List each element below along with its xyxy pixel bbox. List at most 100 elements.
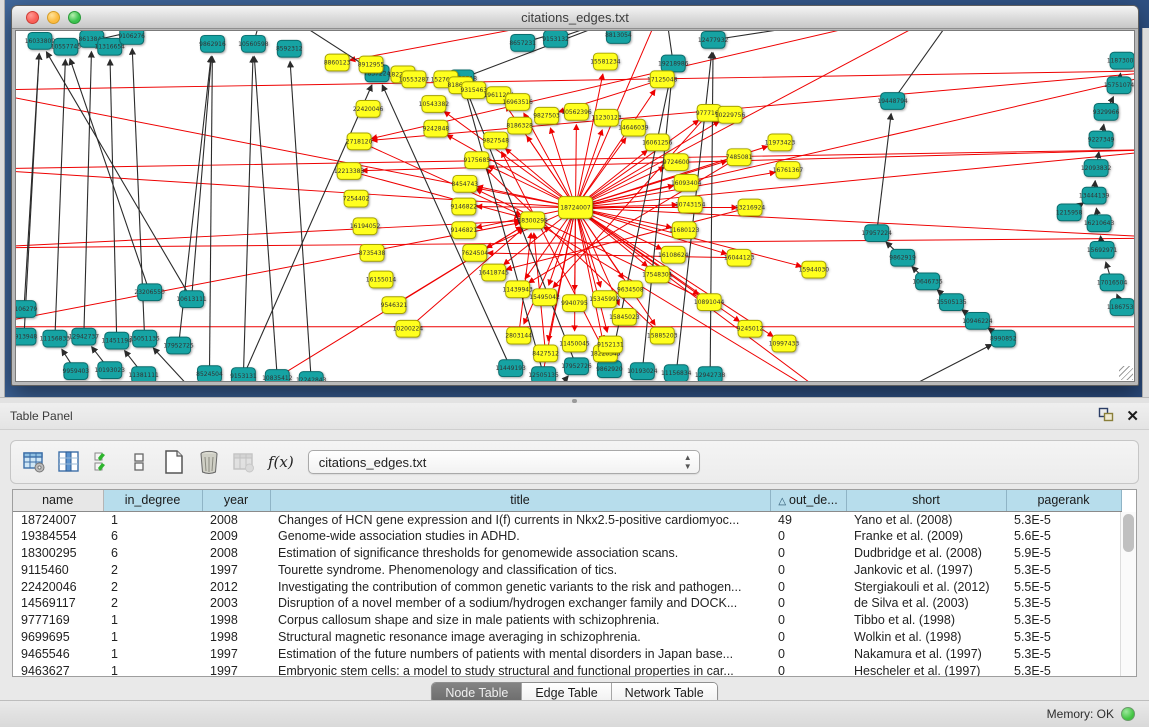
graph-node[interactable]: 17548301 bbox=[642, 266, 673, 283]
graph-node[interactable]: 10560598 bbox=[238, 35, 269, 52]
graph-node[interactable]: 12093832 bbox=[1081, 160, 1112, 177]
graph-node[interactable]: 15581234 bbox=[590, 53, 621, 70]
graph-node[interactable]: 9862920 bbox=[596, 361, 623, 378]
graph-node[interactable]: 10997433 bbox=[769, 335, 800, 352]
graph-edge[interactable] bbox=[16, 70, 1134, 90]
table-row[interactable]: 1872400712008Changes of HCN gene express… bbox=[13, 511, 1121, 528]
graph-edge[interactable] bbox=[713, 31, 963, 40]
graph-edge[interactable] bbox=[110, 60, 117, 341]
graph-node[interactable]: 3913948 bbox=[16, 328, 37, 345]
table-row[interactable]: 2242004622012Investigating the contribut… bbox=[13, 578, 1121, 595]
graph-node[interactable]: 9940795 bbox=[561, 295, 588, 312]
graph-node[interactable]: 10557745 bbox=[51, 38, 82, 55]
graph-node[interactable]: 16044123 bbox=[724, 249, 755, 266]
graph-node[interactable]: 10193023 bbox=[95, 362, 126, 379]
graph-node[interactable]: 10229756 bbox=[715, 106, 746, 123]
table-row[interactable]: 1456911722003Disruption of a novel membe… bbox=[13, 595, 1121, 612]
graph-edge[interactable] bbox=[24, 54, 39, 337]
graph-node[interactable]: 23206550 bbox=[134, 284, 165, 301]
network-graph[interactable]: 1603380910557745861384311316654910627698… bbox=[16, 31, 1134, 381]
graph-node[interactable]: 9634508 bbox=[617, 281, 644, 298]
graph-node[interactable]: 11973423 bbox=[765, 134, 796, 151]
graph-node[interactable]: 22420046 bbox=[353, 101, 384, 118]
graph-node[interactable]: 10613111 bbox=[176, 291, 207, 308]
graph-node[interactable]: 10562396 bbox=[561, 103, 592, 120]
graph-node[interactable]: 9153132 bbox=[542, 31, 569, 47]
graph-node[interactable]: 8813054 bbox=[605, 31, 632, 43]
graph-node[interactable]: 11381111 bbox=[128, 367, 159, 381]
graph-node[interactable]: 16963516 bbox=[502, 94, 533, 111]
graph-node[interactable]: 12477932 bbox=[698, 31, 729, 48]
graph-node[interactable]: 8860123 bbox=[324, 54, 351, 71]
graph-node[interactable]: 2718120 bbox=[346, 133, 373, 150]
graph-node[interactable]: 10835412 bbox=[262, 370, 293, 381]
graph-node[interactable]: 9106279 bbox=[16, 301, 37, 318]
table-row[interactable]: 911546021997Tourette syndrome. Phenomeno… bbox=[13, 561, 1121, 578]
graph-node[interactable]: 9146822 bbox=[450, 198, 477, 215]
graph-node[interactable]: 15345992 bbox=[589, 291, 620, 308]
table-row[interactable]: 1938455462009Genome-wide association stu… bbox=[13, 528, 1121, 545]
graph-node[interactable]: 11156834 bbox=[661, 365, 692, 381]
graph-node[interactable]: 13216924 bbox=[735, 199, 766, 216]
table-row[interactable]: 946362711997Embryonic stem cells: a mode… bbox=[13, 662, 1121, 677]
graph-node[interactable]: 9146821 bbox=[450, 222, 477, 239]
minimize-window-button[interactable] bbox=[47, 11, 60, 24]
table-row[interactable]: 977716911998Corpus callosum shape and si… bbox=[13, 612, 1121, 629]
column-header-pagerank[interactable]: pagerank bbox=[1006, 490, 1121, 511]
graph-node[interactable]: 19448794 bbox=[877, 93, 908, 110]
graph-node[interactable]: 18300295 bbox=[517, 212, 548, 229]
graph-node[interactable]: 9106276 bbox=[118, 31, 145, 44]
column-settings-icon[interactable] bbox=[19, 447, 49, 477]
graph-node[interactable]: 10946224 bbox=[962, 312, 993, 329]
graph-node[interactable]: 9227349 bbox=[1088, 131, 1115, 148]
table-selector-dropdown[interactable]: citations_edges.txt ▲▼ bbox=[308, 450, 700, 474]
graph-node[interactable]: 17952725 bbox=[163, 337, 194, 354]
graph-node[interactable]: 17016504 bbox=[1097, 274, 1128, 291]
graph-node[interactable]: 8912955 bbox=[358, 56, 385, 73]
graph-edge[interactable] bbox=[46, 52, 191, 299]
graph-node[interactable]: 15495042 bbox=[529, 289, 560, 306]
graph-node[interactable]: 8990852 bbox=[990, 330, 1017, 347]
table-row[interactable]: 1830029562008Estimation of significance … bbox=[13, 545, 1121, 562]
graph-node[interactable]: 10646735 bbox=[912, 273, 943, 290]
graph-node[interactable]: 15845023 bbox=[609, 309, 640, 326]
graph-node[interactable]: 15885203 bbox=[647, 327, 678, 344]
graph-node[interactable]: 10743154 bbox=[675, 196, 706, 213]
graph-node[interactable]: 17952726 bbox=[561, 358, 592, 375]
scrollbar-thumb[interactable] bbox=[1123, 514, 1134, 552]
graph-node[interactable]: 9724600 bbox=[663, 154, 690, 171]
network-view-window[interactable]: citations_edges.txt 16033809105577458613… bbox=[11, 5, 1139, 386]
graph-node[interactable]: 18724007 bbox=[559, 197, 593, 219]
graph-node[interactable]: 7485081 bbox=[726, 149, 753, 166]
graph-node[interactable]: 15944030 bbox=[799, 261, 830, 278]
graph-node[interactable]: 12942737 bbox=[69, 328, 100, 345]
graph-node[interactable]: 11230123 bbox=[591, 109, 622, 126]
zoom-window-button[interactable] bbox=[68, 11, 81, 24]
graph-node[interactable]: 9546321 bbox=[381, 297, 408, 314]
graph-edge[interactable] bbox=[84, 52, 92, 337]
graph-node[interactable]: 1215958 bbox=[1056, 204, 1083, 221]
graph-node[interactable]: 17957224 bbox=[861, 225, 892, 242]
graph-node[interactable]: 10543382 bbox=[419, 96, 450, 113]
graph-node[interactable]: 11451194 bbox=[102, 332, 133, 349]
graph-edge[interactable] bbox=[192, 57, 212, 300]
graph-node[interactable]: 9827548 bbox=[482, 132, 509, 149]
graph-node[interactable]: 15051135 bbox=[129, 330, 160, 347]
graph-node[interactable]: 15505135 bbox=[936, 294, 967, 311]
graph-node[interactable]: 11450045 bbox=[559, 335, 590, 352]
graph-node[interactable]: 7254402 bbox=[343, 190, 370, 207]
graph-edge[interactable] bbox=[290, 62, 311, 380]
graph-node[interactable]: 15692971 bbox=[1087, 241, 1118, 258]
graph-edge[interactable] bbox=[854, 345, 992, 381]
graph-node[interactable]: 16210643 bbox=[1084, 215, 1115, 232]
graph-node[interactable]: 8427512 bbox=[532, 345, 559, 362]
graph-node[interactable]: 16418745 bbox=[479, 264, 510, 281]
graph-node[interactable]: 15751074 bbox=[1104, 77, 1134, 94]
graph-edge[interactable] bbox=[877, 114, 891, 233]
graph-edge[interactable] bbox=[243, 57, 253, 376]
graph-node[interactable]: 10553287 bbox=[399, 71, 430, 88]
graph-node[interactable]: 11156833 bbox=[40, 330, 71, 347]
close-panel-icon[interactable]: ✕ bbox=[1126, 408, 1139, 426]
graph-node[interactable]: 9329966 bbox=[1093, 103, 1120, 120]
graph-node[interactable]: 9152131 bbox=[597, 336, 624, 353]
